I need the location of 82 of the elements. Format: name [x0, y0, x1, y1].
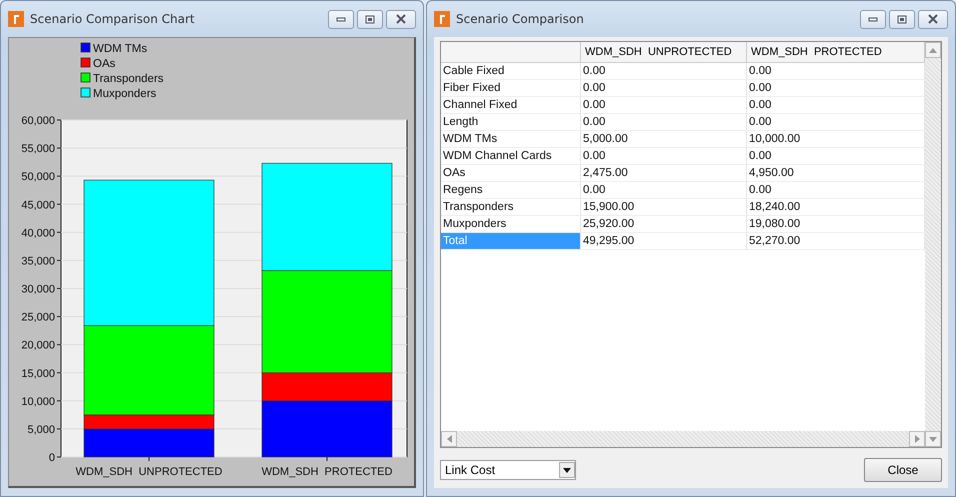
table-cell: 4,950.00: [747, 165, 925, 182]
app-icon: [8, 11, 24, 27]
legend-label: Transponders: [93, 73, 164, 85]
legend-swatch: [80, 42, 90, 52]
close-button[interactable]: [386, 10, 416, 28]
close-dialog-button[interactable]: Close: [864, 458, 942, 482]
column-header: WDM_SDH PROTECTED: [747, 42, 925, 63]
maximize-button[interactable]: [357, 10, 383, 28]
row-label[interactable]: Regens: [441, 182, 581, 199]
table-cell: 49,295.00: [581, 233, 747, 250]
row-label[interactable]: Cable Fixed: [441, 63, 581, 80]
horizontal-scrollbar[interactable]: [441, 431, 925, 447]
app-icon: [434, 11, 450, 27]
row-label[interactable]: WDM Channel Cards: [441, 148, 581, 165]
table-cell: 10,000.00: [747, 131, 925, 148]
table-cell: 0.00: [747, 63, 925, 80]
row-label[interactable]: OAs: [441, 165, 581, 182]
table-cell: 0.00: [747, 80, 925, 97]
scroll-up-icon: [929, 48, 937, 52]
legend-swatch: [80, 72, 90, 82]
close-icon: [396, 14, 406, 24]
minimize-button[interactable]: [860, 10, 886, 28]
axis-tick-label: 10,000: [21, 396, 55, 408]
row-label[interactable]: Transponders: [441, 199, 581, 216]
table-cell: 5,000.00: [581, 131, 747, 148]
scroll-left-icon: [446, 435, 452, 443]
maximize-icon: [897, 14, 907, 24]
axis-tick-label: 0: [48, 452, 55, 464]
maximize-icon: [365, 14, 375, 24]
table-cell: 0.00: [747, 182, 925, 199]
table-cell: 0.00: [581, 63, 747, 80]
legend-swatch: [80, 58, 90, 68]
table-cell: 0.00: [581, 148, 747, 165]
axis-tick-label: 15,000: [21, 368, 55, 380]
table-cell: 0.00: [581, 114, 747, 131]
row-label[interactable]: Length: [441, 114, 581, 131]
table-cell: 2,475.00: [581, 165, 747, 182]
row-label[interactable]: Channel Fixed: [441, 97, 581, 114]
table-cell: 0.00: [581, 97, 747, 114]
row-label[interactable]: WDM TMs: [441, 131, 581, 148]
axis-tick-label: 30,000: [21, 284, 55, 296]
legend-label: Muxponders: [93, 88, 156, 100]
axis-tick-label: 5,000: [27, 424, 55, 436]
row-label[interactable]: Muxponders: [441, 216, 581, 233]
axis-tick-label: 40,000: [21, 227, 55, 240]
vertical-scrollbar[interactable]: [925, 42, 941, 447]
table-cell: 18,240.00: [747, 199, 925, 216]
column-header: WDM_SDH UNPROTECTED: [581, 42, 747, 63]
axis-tick-label: 60,000: [21, 115, 55, 127]
row-label[interactable]: Fiber Fixed: [441, 80, 581, 97]
maximize-button[interactable]: [889, 10, 915, 28]
table-cell: 0.00: [581, 182, 747, 199]
close-icon: [928, 14, 938, 24]
axis-tick-label: 55,000: [21, 143, 55, 156]
category-label: WDM_SDH PROTECTED: [262, 466, 392, 478]
axis-tick-label: 45,000: [21, 199, 55, 212]
window-title: Scenario Comparison Chart: [30, 12, 196, 26]
table-cell: 0.00: [747, 148, 925, 165]
legend-label: OAs: [93, 58, 116, 70]
minimize-icon: [868, 16, 878, 22]
close-button[interactable]: [918, 10, 948, 28]
category-label: WDM_SDH UNPROTECTED: [76, 466, 222, 478]
axis-tick-label: 50,000: [21, 171, 55, 184]
legend-label: WDM TMs: [93, 43, 148, 55]
caret-icon: [563, 468, 571, 472]
table-cell: 15,900.00: [581, 199, 747, 216]
minimize-button[interactable]: [328, 10, 354, 28]
minimize-icon: [336, 16, 346, 22]
link-cost-dropdown[interactable]: Link Cost: [440, 460, 576, 480]
legend-swatch: [80, 88, 90, 98]
table-cell: 0.00: [747, 114, 925, 131]
axis-tick-label: 25,000: [21, 312, 55, 324]
table-cell: 19,080.00: [747, 216, 925, 233]
window-title: Scenario Comparison: [456, 12, 585, 26]
scroll-down-icon: [929, 436, 937, 442]
table-cell: 25,920.00: [581, 216, 747, 233]
table-cell: 0.00: [581, 80, 747, 97]
axis-tick-label: 35,000: [21, 255, 55, 268]
table-cell: 52,270.00: [747, 233, 925, 250]
axis-tick-label: 20,000: [21, 340, 55, 352]
table-cell: 0.00: [747, 97, 925, 114]
scroll-right-icon: [914, 435, 920, 443]
